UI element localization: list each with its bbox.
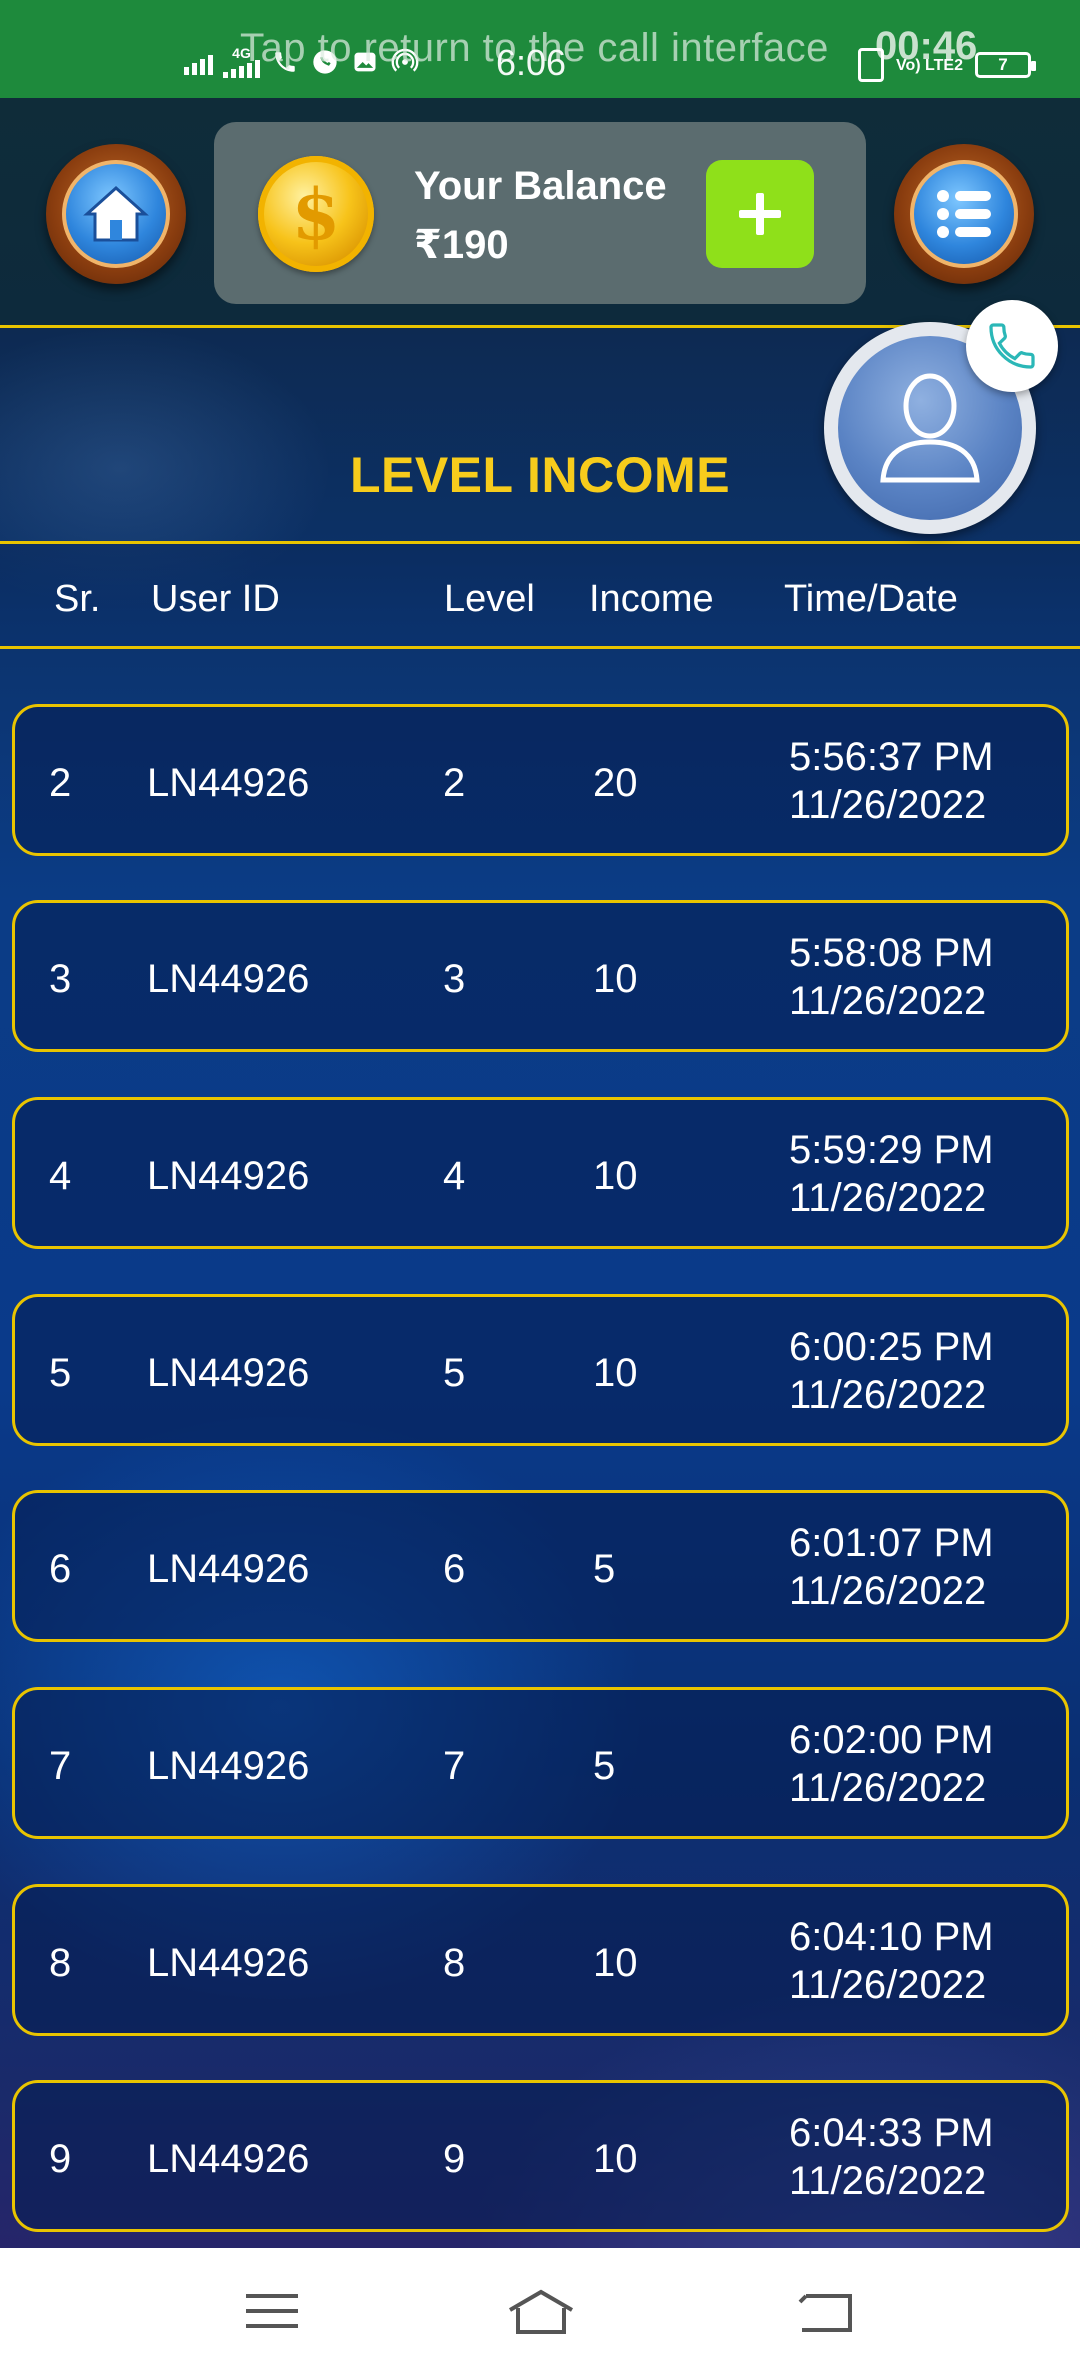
column-header-level: Level (444, 578, 535, 620)
cell-time-date: 6:04:10 PM 11/26/2022 (789, 1913, 994, 2009)
user-silhouette-icon (880, 373, 980, 483)
table-header: Sr. User ID Level Income Time/Date (0, 541, 1080, 649)
cell-user-id: LN44926 (147, 1744, 310, 1788)
phone-icon (989, 323, 1035, 369)
cell-sr: 3 (49, 957, 72, 1001)
call-bubble-button[interactable] (966, 300, 1058, 392)
signal-icon (184, 49, 213, 75)
balance-label: Your Balance (414, 164, 667, 208)
home-nav-icon[interactable] (506, 2286, 576, 2336)
cell-date: 11/26/2022 (789, 1569, 987, 1613)
cell-time-date: 5:59:29 PM 11/26/2022 (789, 1126, 994, 1222)
cell-user-id: LN44926 (147, 761, 310, 805)
header: $ Your Balance ₹190 (0, 98, 1080, 328)
cell-time-date: 6:00:25 PM 11/26/2022 (789, 1323, 994, 1419)
table-row: 8 LN44926 8 10 6:04:10 PM 11/26/2022 (12, 1884, 1069, 2036)
table-row: 6 LN44926 6 5 6:01:07 PM 11/26/2022 (12, 1490, 1069, 1642)
cell-user-id: LN44926 (147, 2137, 310, 2181)
cell-time: 6:04:33 PM (789, 2111, 994, 2155)
cell-user-id: LN44926 (147, 1154, 310, 1198)
table-row: 5 LN44926 5 10 6:00:25 PM 11/26/2022 (12, 1294, 1069, 1446)
cell-sr: 8 (49, 1941, 72, 1985)
cell-sr: 6 (49, 1547, 72, 1591)
cell-date: 11/26/2022 (789, 1176, 987, 1220)
cell-date: 11/26/2022 (789, 1766, 987, 1810)
recent-apps-icon[interactable] (242, 2286, 302, 2336)
table-row: 3 LN44926 3 10 5:58:08 PM 11/26/2022 (12, 900, 1069, 1052)
cell-time: 6:00:25 PM (789, 1325, 994, 1369)
add-balance-button[interactable] (706, 160, 814, 268)
cell-date: 11/26/2022 (789, 783, 987, 827)
lte-indicator: Vo) LTE2 (896, 56, 963, 74)
cell-income: 20 (593, 761, 638, 805)
cell-time-date: 6:04:33 PM 11/26/2022 (789, 2109, 994, 2205)
cell-sr: 7 (49, 1744, 72, 1788)
table-row: 4 LN44926 4 10 5:59:29 PM 11/26/2022 (12, 1097, 1069, 1249)
cell-income: 10 (593, 957, 638, 1001)
coin-symbol: $ (291, 172, 341, 256)
cell-level: 8 (443, 1941, 466, 1985)
cell-level: 7 (443, 1744, 466, 1788)
cell-level: 9 (443, 2137, 466, 2181)
column-header-time-date: Time/Date (784, 578, 958, 620)
coin-icon: $ (258, 156, 374, 272)
cell-level: 5 (443, 1351, 466, 1395)
back-nav-icon[interactable] (796, 2286, 856, 2336)
column-header-income: Income (589, 578, 714, 620)
cell-level: 2 (443, 761, 466, 805)
cell-time-date: 5:58:08 PM 11/26/2022 (789, 929, 994, 1025)
cell-level: 4 (443, 1154, 466, 1198)
cell-income: 10 (593, 1154, 638, 1198)
cell-time: 6:01:07 PM (789, 1521, 994, 1565)
table-row: 9 LN44926 9 10 6:04:33 PM 11/26/2022 (12, 2080, 1069, 2232)
cell-income: 5 (593, 1744, 616, 1788)
cell-sr: 9 (49, 2137, 72, 2181)
cell-user-id: LN44926 (147, 957, 310, 1001)
cell-sr: 2 (49, 761, 72, 805)
home-icon (83, 185, 149, 242)
cell-time: 5:58:08 PM (789, 931, 994, 975)
vibrate-icon (858, 48, 884, 82)
cell-date: 11/26/2022 (789, 1373, 987, 1417)
cell-time-date: 5:56:37 PM 11/26/2022 (789, 733, 994, 829)
table-row: 2 LN44926 2 20 5:56:37 PM 11/26/2022 (12, 704, 1069, 856)
cell-sr: 4 (49, 1154, 72, 1198)
column-header-sr: Sr. (54, 578, 101, 620)
cell-time: 6:04:10 PM (789, 1915, 994, 1959)
cell-time-date: 6:02:00 PM 11/26/2022 (789, 1716, 994, 1812)
cell-income: 10 (593, 1941, 638, 1985)
cell-time: 6:02:00 PM (789, 1718, 994, 1762)
cell-user-id: LN44926 (147, 1547, 310, 1591)
cell-time: 5:56:37 PM (789, 735, 994, 779)
cell-user-id: LN44926 (147, 1351, 310, 1395)
cell-user-id: LN44926 (147, 1941, 310, 1985)
status-icons-right: Vo) LTE2 7 (858, 48, 1036, 82)
system-nav-bar (0, 2248, 1080, 2376)
cell-income: 10 (593, 1351, 638, 1395)
column-header-user-id: User ID (151, 578, 280, 620)
balance-card: $ Your Balance ₹190 (214, 122, 866, 304)
cell-date: 11/26/2022 (789, 1963, 987, 2007)
table-row: 7 LN44926 7 5 6:02:00 PM 11/26/2022 (12, 1687, 1069, 1839)
battery-icon: 7 (974, 52, 1036, 78)
cell-date: 11/26/2022 (789, 2159, 987, 2203)
cell-time-date: 6:01:07 PM 11/26/2022 (789, 1519, 994, 1615)
plus-icon (739, 193, 781, 235)
status-bar[interactable]: 4G Tap to return to the call interface 6… (0, 0, 1080, 98)
list-menu-icon (937, 190, 991, 238)
clock: 6:06 (496, 42, 567, 83)
battery-level: 7 (998, 55, 1008, 74)
cell-level: 6 (443, 1547, 466, 1591)
cell-income: 10 (593, 2137, 638, 2181)
cell-sr: 5 (49, 1351, 72, 1395)
cell-level: 3 (443, 957, 466, 1001)
cell-date: 11/26/2022 (789, 979, 987, 1023)
cell-time: 5:59:29 PM (789, 1128, 994, 1172)
home-button[interactable] (46, 144, 186, 284)
menu-button[interactable] (894, 144, 1034, 284)
cell-income: 5 (593, 1547, 616, 1591)
balance-value: ₹190 (414, 223, 509, 267)
